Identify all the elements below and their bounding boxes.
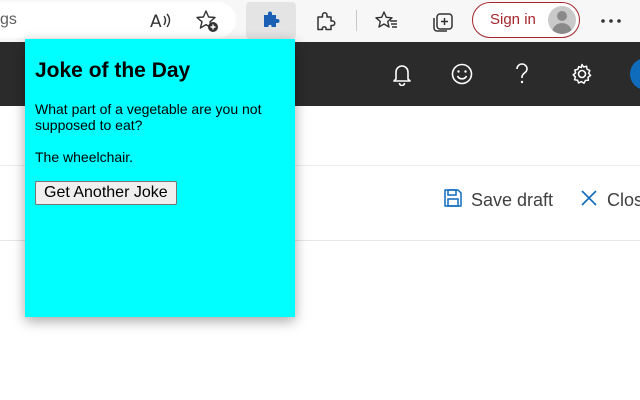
- collections-icon[interactable]: [428, 6, 458, 36]
- add-favorite-icon[interactable]: [192, 6, 222, 36]
- browser-toolbar: gs A Sign in: [0, 0, 640, 42]
- close-icon: [579, 188, 599, 213]
- smiley-icon[interactable]: [448, 60, 476, 88]
- extensions-button[interactable]: [246, 2, 296, 39]
- puzzle-icon: [261, 9, 281, 33]
- read-aloud-icon[interactable]: A: [146, 6, 176, 36]
- get-another-joke-button[interactable]: Get Another Joke: [35, 181, 177, 205]
- sign-in-button[interactable]: Sign in: [472, 2, 580, 38]
- joke-setup: What part of a vegetable are you not sup…: [35, 101, 262, 133]
- favorites-icon[interactable]: [372, 6, 402, 36]
- avatar: [548, 6, 576, 34]
- address-text[interactable]: gs: [0, 11, 17, 29]
- save-draft-button[interactable]: Save draft: [443, 188, 553, 213]
- ellipsis-icon[interactable]: [596, 6, 626, 36]
- joke-punchline: The wheelchair.: [35, 149, 134, 165]
- bell-icon[interactable]: [388, 60, 416, 88]
- close-label: Clos: [607, 190, 640, 210]
- gear-icon[interactable]: [568, 60, 596, 88]
- save-icon: [443, 188, 463, 213]
- save-draft-label: Save draft: [471, 190, 554, 210]
- user-avatar[interactable]: [630, 58, 640, 90]
- extension-outline-icon[interactable]: [311, 6, 341, 36]
- help-icon[interactable]: [508, 60, 536, 88]
- popup-title: Joke of the Day: [35, 59, 191, 82]
- joke-popup: Joke of the Day What part of a vegetable…: [25, 39, 295, 317]
- toolbar-divider: [356, 10, 357, 31]
- sign-in-label: Sign in: [490, 11, 536, 28]
- svg-text:A: A: [150, 12, 162, 32]
- close-button[interactable]: Clos: [579, 188, 640, 213]
